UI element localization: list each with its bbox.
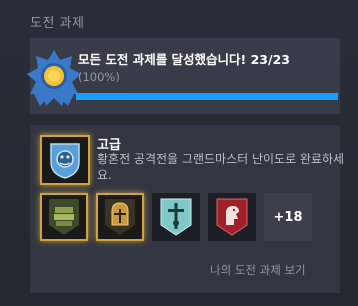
- achievement-badge-3[interactable]: [152, 193, 200, 241]
- teal-sword-shield-icon: [160, 198, 192, 236]
- featured-achievement-description: 황혼전 공격전을 그랜드마스터 난이도로 완료하세요.: [97, 152, 345, 182]
- more-achievements-count[interactable]: +18: [264, 193, 312, 241]
- progress-fill: [76, 93, 338, 100]
- completion-text: 모든 도전 과제를 달성했습니다! 23/23: [78, 52, 290, 67]
- red-lion-shield-icon: [216, 198, 248, 236]
- progress-bar: [76, 93, 338, 100]
- featured-achievement-icon[interactable]: [40, 135, 90, 185]
- gold-knight-helmet-icon: [105, 199, 135, 235]
- green-armor-plates-icon: [49, 199, 79, 235]
- completion-percent: (100%): [78, 70, 120, 84]
- view-my-achievements-link[interactable]: 나의 도전 과제 보기: [210, 262, 306, 278]
- section-title: 도전 과제: [30, 16, 85, 31]
- achievement-badge-4[interactable]: [208, 193, 256, 241]
- blue-crest-shield-icon: [50, 143, 80, 179]
- medal-icon: [27, 50, 81, 106]
- achievement-badge-2[interactable]: [96, 193, 144, 241]
- achievement-badge-1[interactable]: [40, 193, 88, 241]
